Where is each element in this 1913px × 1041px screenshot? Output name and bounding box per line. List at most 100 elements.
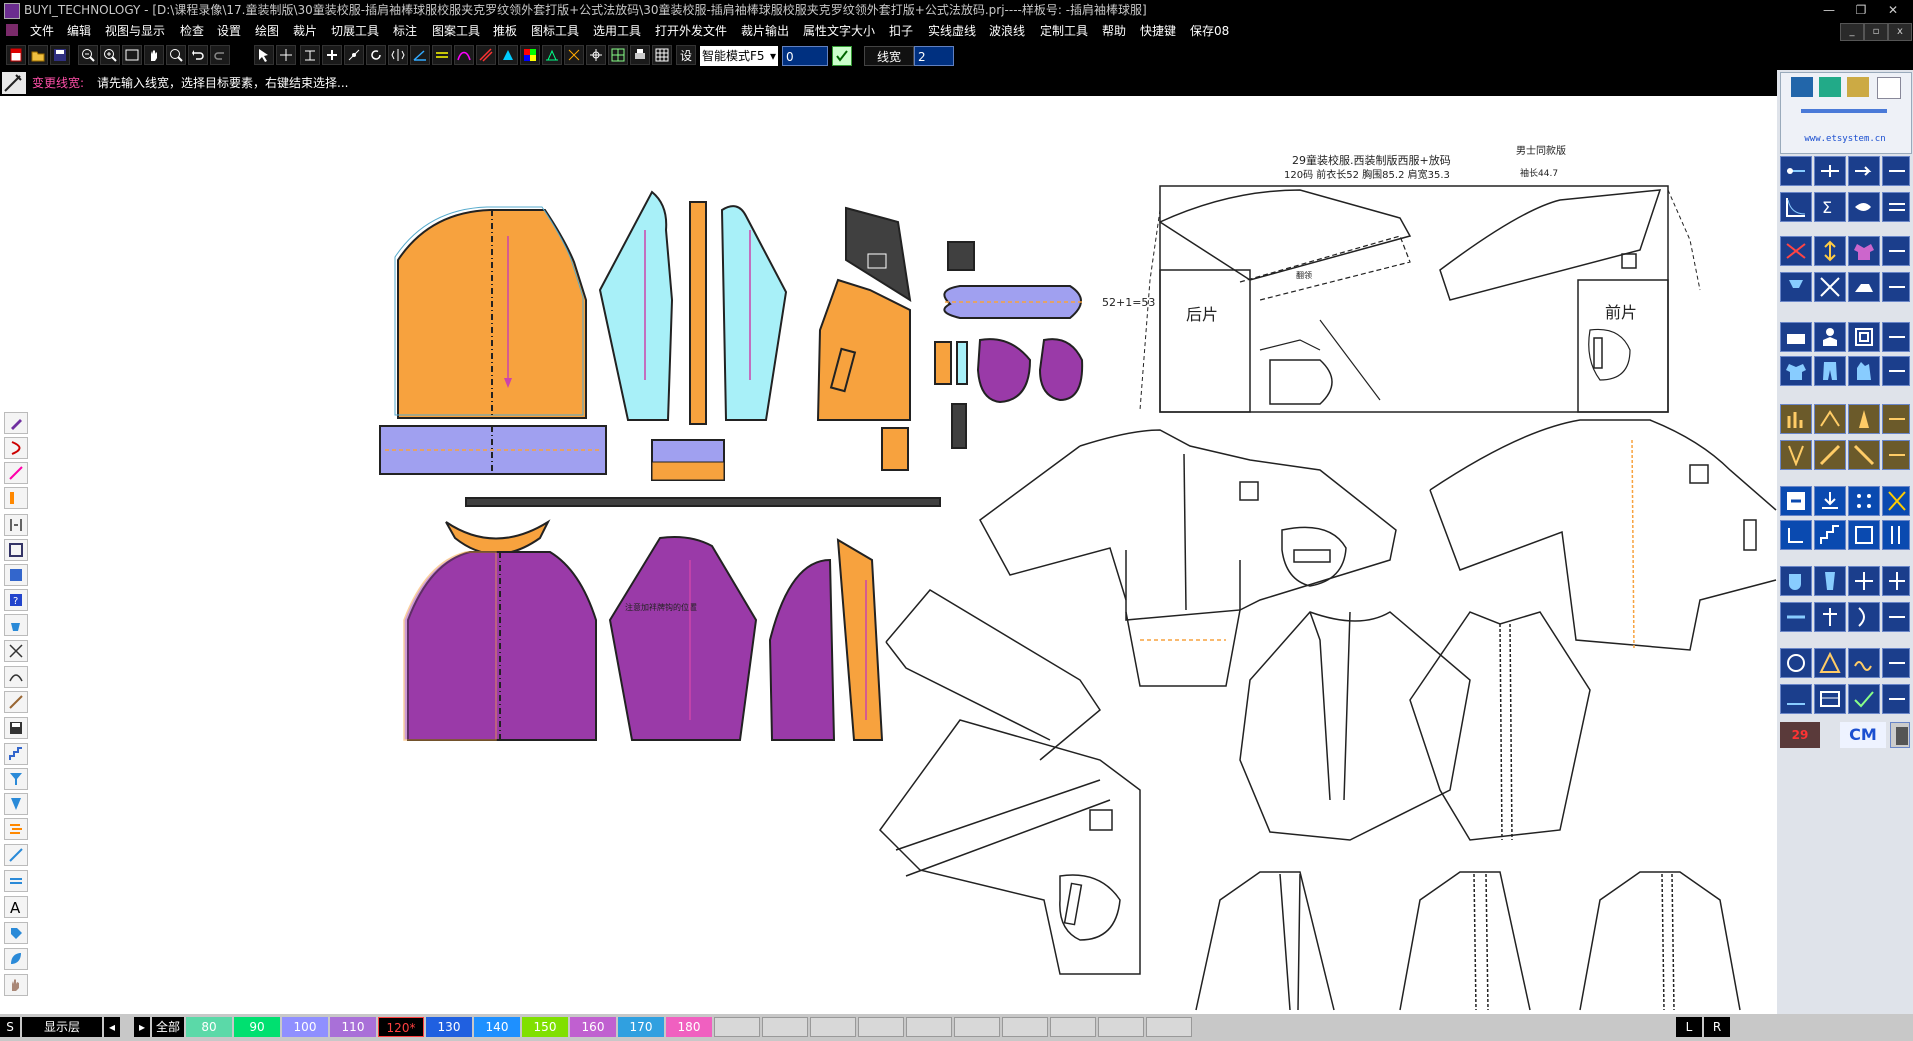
- menu-shortcuts[interactable]: 快捷键: [1140, 20, 1176, 42]
- menu-grading[interactable]: 推板: [493, 20, 517, 42]
- tool-box-icon[interactable]: [4, 564, 28, 586]
- size-empty-slot[interactable]: [954, 1017, 1000, 1037]
- open-file-icon[interactable]: [28, 45, 48, 65]
- size-empty-slot[interactable]: [1002, 1017, 1048, 1037]
- tool-help-icon[interactable]: ?: [4, 589, 28, 611]
- tool-scissors-2-icon[interactable]: [1814, 272, 1846, 302]
- size-8-button[interactable]: 160: [570, 1017, 616, 1037]
- drawing-canvas[interactable]: 52+1=53 注意加袢牌钩的位置 29童装校服.西装制版西服+放码 120码 …: [0, 96, 1777, 1014]
- tool-equals-icon[interactable]: [4, 870, 28, 892]
- menu-annotate[interactable]: 标注: [393, 20, 417, 42]
- size-empty-slot[interactable]: [858, 1017, 904, 1037]
- tool-sigma-icon[interactable]: Σ: [1814, 192, 1846, 222]
- menu-edit[interactable]: 编辑: [67, 20, 91, 42]
- restore-button[interactable]: ❐: [1845, 0, 1877, 20]
- tool-wave-icon[interactable]: [1848, 648, 1880, 678]
- mirror-icon[interactable]: [388, 45, 408, 65]
- menu-buttons[interactable]: 扣子: [889, 20, 913, 42]
- menu-check[interactable]: 检查: [180, 20, 204, 42]
- tool-arrow-icon[interactable]: [1848, 156, 1880, 186]
- tool-curve-icon[interactable]: [4, 437, 28, 459]
- size-4-button[interactable]: 120*: [378, 1017, 424, 1037]
- color-fill-icon[interactable]: [498, 45, 518, 65]
- tool-bars-icon[interactable]: [1882, 520, 1910, 550]
- tool-text-icon[interactable]: A: [4, 896, 28, 918]
- menu-wave-line[interactable]: 波浪线: [989, 20, 1025, 42]
- tool-lamp-icon[interactable]: [1780, 272, 1812, 302]
- menu-slash-tools[interactable]: 切展工具: [331, 20, 379, 42]
- tool-steps-icon[interactable]: [4, 818, 28, 840]
- tool-check-icon[interactable]: [1848, 684, 1880, 714]
- tool-person-icon[interactable]: [1814, 322, 1846, 352]
- tool-plus-icon[interactable]: [1882, 566, 1910, 596]
- menu-draw[interactable]: 绘图: [255, 20, 279, 42]
- tool-dart-2-icon[interactable]: [1882, 404, 1910, 434]
- menu-piece-output[interactable]: 裁片输出: [741, 20, 789, 42]
- tool-camera-icon[interactable]: [1882, 648, 1910, 678]
- size-empty-slot[interactable]: [762, 1017, 808, 1037]
- menu-save08[interactable]: 保存08: [1190, 20, 1229, 42]
- size-5-button[interactable]: 130: [426, 1017, 472, 1037]
- palette-icon[interactable]: [520, 45, 540, 65]
- tool-slash-3-icon[interactable]: [1882, 440, 1910, 470]
- snap-icon[interactable]: [586, 45, 606, 65]
- red-lines-icon[interactable]: [476, 45, 496, 65]
- tool-frame-icon[interactable]: [1848, 520, 1880, 550]
- panel-tool-4-icon[interactable]: [1877, 77, 1901, 99]
- size-empty-slot[interactable]: [1098, 1017, 1144, 1037]
- tool-clock-icon[interactable]: [1780, 648, 1812, 678]
- panel-tool-3-icon[interactable]: [1847, 77, 1869, 97]
- tool-fold-icon[interactable]: [1814, 404, 1846, 434]
- menu-open-external[interactable]: 打开外发文件: [655, 20, 727, 42]
- tool-pen-icon[interactable]: [4, 412, 28, 434]
- tool-hand-icon[interactable]: [4, 974, 28, 996]
- mode-select[interactable]: 智能模式F5 ▾: [700, 46, 778, 66]
- tool-dart-icon[interactable]: [1848, 404, 1880, 434]
- menu-icon-tools[interactable]: 图标工具: [531, 20, 579, 42]
- point-icon[interactable]: [322, 45, 342, 65]
- value-input[interactable]: 0: [782, 46, 828, 66]
- tool-spiral-2-icon[interactable]: [1882, 322, 1910, 352]
- grid-icon[interactable]: [652, 45, 672, 65]
- tool-slash-icon[interactable]: [1814, 440, 1846, 470]
- size-empty-slot[interactable]: [1146, 1017, 1192, 1037]
- tool-line-icon[interactable]: [4, 462, 28, 484]
- status-r-label[interactable]: R: [1704, 1017, 1730, 1037]
- tool-disk-icon[interactable]: [4, 717, 28, 739]
- size-0-button[interactable]: 80: [186, 1017, 232, 1037]
- confirm-icon[interactable]: [832, 46, 852, 66]
- layer-next-button[interactable]: ▸: [134, 1017, 150, 1037]
- layer-prev-button[interactable]: ◂: [104, 1017, 120, 1037]
- align-icon[interactable]: [300, 45, 320, 65]
- pan-hand-icon[interactable]: [144, 45, 164, 65]
- tool-cut-icon[interactable]: [1780, 236, 1812, 266]
- tool-stair-icon[interactable]: [4, 743, 28, 765]
- all-sizes-button[interactable]: 全部: [152, 1017, 184, 1037]
- doc-close-button[interactable]: x: [1888, 23, 1912, 41]
- tool-shoe-icon[interactable]: [1848, 272, 1880, 302]
- move-icon[interactable]: [276, 45, 296, 65]
- size-empty-slot[interactable]: [810, 1017, 856, 1037]
- layout-icon[interactable]: [608, 45, 628, 65]
- size-9-button[interactable]: 170: [618, 1017, 664, 1037]
- panel-badge-unit[interactable]: CM: [1840, 722, 1886, 748]
- undo-icon[interactable]: [188, 45, 208, 65]
- menu-piece[interactable]: 裁片: [293, 20, 317, 42]
- fit-view-icon[interactable]: [122, 45, 142, 65]
- layer-display[interactable]: 显示层: [22, 1017, 102, 1037]
- tool-pants-icon[interactable]: [1814, 356, 1846, 386]
- tool-arc-icon[interactable]: [4, 666, 28, 688]
- tool-leaf-icon[interactable]: [4, 948, 28, 970]
- size-2-button[interactable]: 100: [282, 1017, 328, 1037]
- tool-sewing-icon[interactable]: [1780, 322, 1812, 352]
- tool-ruler-icon[interactable]: [4, 487, 28, 509]
- menu-text-size[interactable]: 属性文字大小: [803, 20, 875, 42]
- status-l-label[interactable]: L: [1676, 1017, 1702, 1037]
- menu-help[interactable]: 帮助: [1102, 20, 1126, 42]
- tool-triangle-icon[interactable]: [1814, 648, 1846, 678]
- menu-file[interactable]: 文件: [30, 20, 54, 42]
- tool-bucket-icon[interactable]: [4, 614, 28, 636]
- size-7-button[interactable]: 150: [522, 1017, 568, 1037]
- linewidth-input[interactable]: 2: [914, 46, 954, 66]
- menu-custom-tools[interactable]: 定制工具: [1040, 20, 1088, 42]
